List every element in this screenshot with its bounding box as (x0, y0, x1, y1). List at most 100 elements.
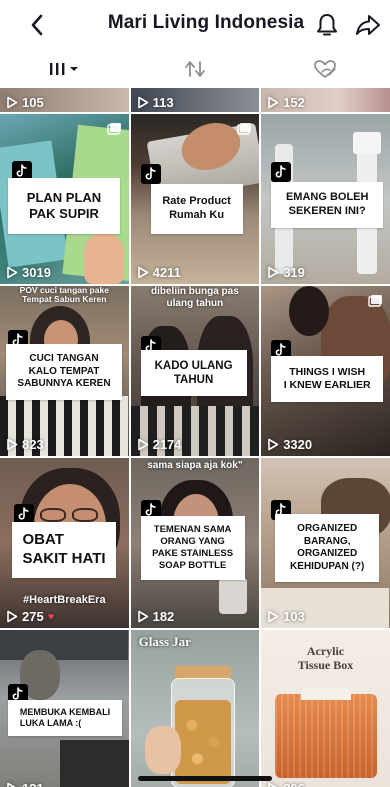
video-thumbnail[interactable]: Rate Product Rumah Ku 4211 (130, 114, 260, 284)
tab-reposts[interactable] (130, 50, 260, 88)
play-outline-icon (7, 438, 18, 451)
grid-row: POV cuci tangan pake Tempat Sabun Keren … (0, 286, 390, 456)
view-count-value: 4211 (152, 265, 181, 280)
tiktok-logo-icon (271, 162, 292, 182)
caption-text: OBAT SAKIT HATI (22, 531, 106, 567)
play-outline-icon (137, 438, 148, 451)
view-count: 3019 (6, 265, 51, 280)
caption-card: CUCI TANGAN KALO TEMPAT SABUNNYA KEREN (6, 344, 122, 400)
play-outline-icon (268, 782, 277, 787)
broken-heart-icon: ♥ (47, 610, 55, 623)
video-grid: 105 113 152 PLAN PLAN PAK SUPIR 3019 Rat… (0, 88, 390, 787)
tiktok-logo-icon (14, 504, 34, 524)
caption-card: OBAT SAKIT HATI (12, 522, 116, 578)
view-count-value: 3320 (283, 437, 313, 452)
photo-icon (368, 294, 382, 312)
tiktok-logo-icon (140, 164, 161, 184)
profile-tabs (0, 50, 390, 88)
caption-text: TEMENAN SAMA ORANG YANG PAKE STAINLESS S… (152, 524, 234, 571)
photo-icon (237, 122, 252, 140)
video-thumbnail[interactable]: OBAT SAKIT HATI #HeartBreakEra 275 ♥ (0, 458, 129, 628)
play-outline-icon (7, 610, 18, 623)
video-thumbnail[interactable]: Acrylic Tissue Box 206 (261, 630, 390, 787)
home-indicator[interactable] (138, 776, 272, 781)
view-count: 121 (6, 781, 44, 787)
play-outline-icon (268, 266, 279, 279)
caption-text: KADO ULANG TAHUN (154, 359, 233, 386)
tab-videos[interactable] (0, 50, 130, 88)
video-thumbnail[interactable]: 113 (130, 88, 260, 112)
caption-text: THINGS I WISH I KNEW EARLIER (283, 365, 371, 391)
video-thumbnail[interactable]: PLAN PLAN PAK SUPIR 3019 (0, 114, 129, 284)
profile-header: Mari Living Indonesia (0, 0, 390, 50)
view-count-value: 113 (152, 95, 174, 110)
video-overlay-text: Glass Jar (138, 634, 191, 649)
caption-card: TEMENAN SAMA ORANG YANG PAKE STAINLESS S… (140, 516, 245, 580)
bell-icon (317, 14, 337, 36)
grid-icon (50, 63, 78, 75)
share-button[interactable] (352, 9, 384, 41)
video-overlay-text: #HeartBreakEra (23, 594, 106, 606)
video-thumbnail[interactable]: POV cuci tangan pake Tempat Sabun Keren … (0, 286, 129, 456)
caption-card: Rate Product Rumah Ku (150, 184, 243, 234)
view-count: 206 (267, 781, 305, 787)
video-thumbnail[interactable]: ORGANIZED BARANG, ORGANIZED KEHIDUPAN (?… (261, 458, 390, 628)
play-outline-icon (268, 610, 279, 623)
heart-hidden-icon (314, 60, 336, 78)
play-outline-icon (137, 96, 148, 109)
play-outline-icon (137, 266, 148, 279)
caption-card: ORGANIZED BARANG, ORGANIZED KEHIDUPAN (?… (275, 514, 380, 582)
play-outline-icon (7, 782, 16, 787)
view-count: 182 (137, 609, 174, 624)
play-outline-icon (7, 266, 18, 279)
view-count-value: 103 (283, 609, 305, 624)
view-count: 275 ♥ (6, 609, 54, 624)
video-thumbnail[interactable]: THINGS I WISH I KNEW EARLIER 3320 (261, 286, 390, 456)
view-count: 4211 (137, 265, 181, 280)
caption-text: EMANG BOLEH SEKEREN INI? (285, 191, 369, 217)
play-outline-icon (7, 96, 18, 109)
tab-liked[interactable] (260, 50, 390, 88)
video-overlay-text: sama siapa aja kok" (147, 460, 243, 471)
view-count: 103 (267, 609, 305, 624)
play-outline-icon (268, 96, 279, 109)
view-count: 152 (267, 95, 305, 110)
video-thumbnail[interactable]: EMANG BOLEH SEKEREN INI? 319 (261, 114, 390, 284)
play-outline-icon (137, 610, 148, 623)
repost-icon (185, 61, 205, 77)
caption-text: CUCI TANGAN KALO TEMPAT SABUNNYA KEREN (17, 353, 111, 390)
view-count: 319 (267, 265, 305, 280)
video-thumbnail[interactable]: 105 (0, 88, 129, 112)
view-count: 2174 (137, 437, 182, 452)
caption-card: MEMBUKA KEMBALI LUKA LAMA :( (8, 700, 122, 736)
caption-card: PLAN PLAN PAK SUPIR (8, 178, 120, 234)
photo-icon (106, 122, 121, 140)
caption-text: PLAN PLAN PAK SUPIR (26, 189, 102, 221)
video-overlay-text: dibeliin bunga pas ulang tahun (150, 286, 239, 309)
partial-top-row: 105 113 152 (0, 88, 390, 112)
grid-row: PLAN PLAN PAK SUPIR 3019 Rate Product Ru… (0, 114, 390, 284)
view-count: 105 (6, 95, 44, 110)
notifications-button[interactable] (312, 9, 342, 41)
view-count-value: 2174 (152, 437, 182, 452)
view-count-value: 121 (22, 781, 44, 787)
video-thumbnail[interactable]: Glass Jar (130, 630, 260, 787)
video-thumbnail[interactable]: 152 (261, 88, 390, 112)
video-thumbnail[interactable]: sama siapa aja kok" TEMENAN SAMA ORANG Y… (130, 458, 260, 628)
video-thumbnail[interactable]: dibeliin bunga pas ulang tahun KADO ULAN… (130, 286, 260, 456)
view-count: 823 (6, 437, 44, 452)
caption-card: EMANG BOLEH SEKEREN INI? (271, 182, 384, 228)
caption-text: MEMBUKA KEMBALI LUKA LAMA :( (19, 706, 111, 728)
view-count-value: 206 (283, 781, 305, 787)
caption-text: Rate Product Rumah Ku (162, 195, 231, 221)
view-count-value: 3019 (22, 265, 51, 280)
view-count: 3320 (267, 437, 312, 452)
view-count-value: 105 (22, 95, 44, 110)
view-count-value: 319 (283, 265, 305, 280)
caption-card: KADO ULANG TAHUN (140, 350, 247, 396)
caption-text: ORGANIZED BARANG, ORGANIZED KEHIDUPAN (?… (290, 523, 365, 572)
video-overlay-text: POV cuci tangan pake Tempat Sabun Keren (19, 286, 109, 305)
view-count-value: 823 (22, 437, 44, 452)
video-thumbnail[interactable]: MEMBUKA KEMBALI LUKA LAMA :( 121 (0, 630, 129, 787)
play-outline-icon (268, 438, 279, 451)
